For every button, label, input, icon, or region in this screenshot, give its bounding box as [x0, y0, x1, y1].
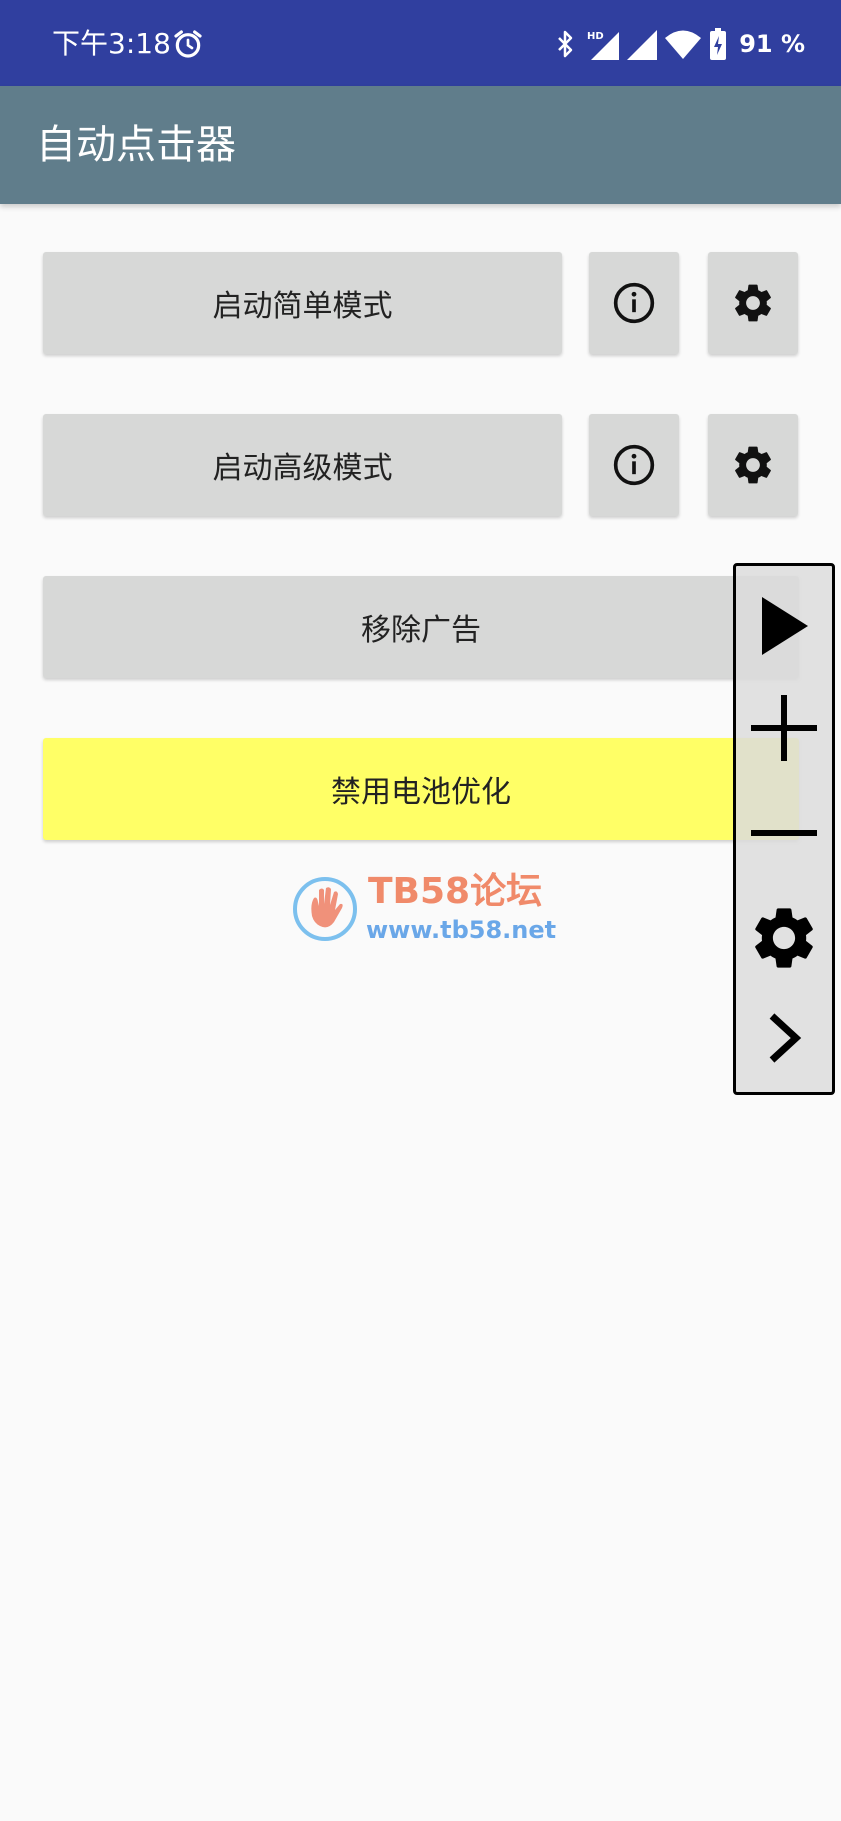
- start-simple-mode-label: 启动简单模式: [212, 289, 393, 324]
- info-icon: [613, 282, 655, 324]
- disable-battery-optimization-label: 禁用电池优化: [331, 775, 511, 810]
- wifi-icon: [665, 30, 702, 59]
- floating-control-panel: [733, 563, 835, 1095]
- app-bar: 自动点击器: [0, 86, 841, 204]
- collapse-panel-button[interactable]: [736, 988, 832, 1088]
- watermark-url: www.tb58.net: [366, 916, 557, 944]
- status-icons: HD 91 %: [555, 26, 805, 62]
- hand-logo-icon: [293, 877, 357, 941]
- gear-icon: [735, 446, 771, 484]
- info-icon: [613, 444, 655, 486]
- hd-signal-icon: HD: [587, 31, 620, 60]
- start-simple-mode-button[interactable]: 启动简单模式: [43, 252, 562, 354]
- gear-icon: [735, 284, 771, 322]
- status-bar: 下午3:18 HD 91 %: [0, 0, 841, 86]
- play-icon: [762, 597, 808, 655]
- gear-icon: [755, 908, 813, 968]
- remove-ads-button[interactable]: 移除广告: [43, 576, 799, 678]
- advanced-mode-settings-button[interactable]: [708, 414, 798, 516]
- simple-mode-settings-button[interactable]: [708, 252, 798, 354]
- signal-icon: [627, 30, 658, 60]
- status-time: 下午3:18: [52, 27, 171, 60]
- disable-battery-optimization-button[interactable]: 禁用电池优化: [43, 738, 799, 840]
- watermark: TB58论坛 www.tb58.net: [292, 871, 556, 944]
- simple-mode-info-button[interactable]: [589, 252, 679, 354]
- panel-settings-button[interactable]: [736, 888, 832, 988]
- remove-ads-label: 移除广告: [361, 613, 481, 648]
- app-title: 自动点击器: [36, 122, 236, 168]
- alarm-icon: [174, 30, 202, 58]
- battery-charging-icon: [710, 28, 727, 60]
- start-advanced-mode-label: 启动高级模式: [212, 451, 393, 486]
- minus-icon: [751, 830, 817, 836]
- add-target-button[interactable]: [736, 678, 832, 778]
- chevron-right-icon: [769, 1013, 802, 1063]
- advanced-mode-info-button[interactable]: [589, 414, 679, 516]
- plus-icon: [751, 695, 817, 761]
- start-advanced-mode-button[interactable]: 启动高级模式: [43, 414, 562, 516]
- remove-target-button[interactable]: [736, 783, 832, 883]
- play-button[interactable]: [736, 576, 832, 676]
- svg-text:HD: HD: [587, 31, 604, 42]
- bluetooth-icon: [558, 30, 573, 58]
- battery-level: 91 %: [739, 30, 805, 58]
- watermark-title: TB58论坛: [368, 871, 543, 912]
